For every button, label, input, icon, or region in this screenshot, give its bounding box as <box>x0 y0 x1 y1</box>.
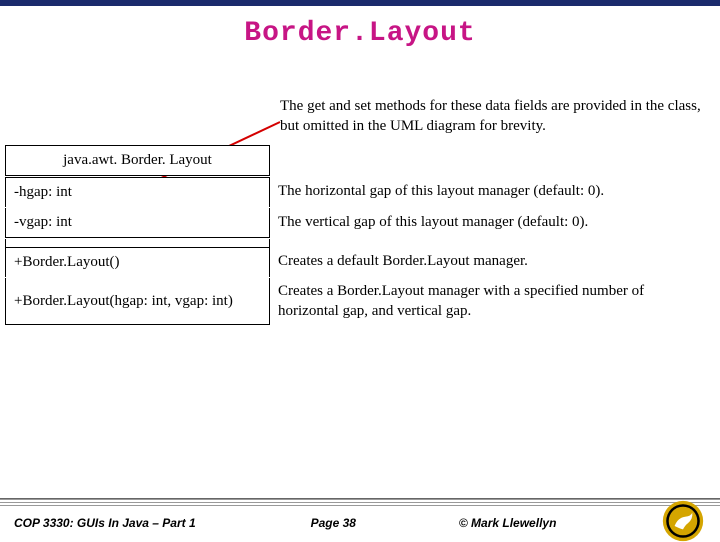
uml-note: The get and set methods for these data f… <box>280 97 710 136</box>
footer-divider <box>0 498 720 506</box>
uml-diagram: The get and set methods for these data f… <box>5 145 715 326</box>
uml-method: +Border.Layout(hgap: int, vgap: int) <box>5 278 270 325</box>
spacer <box>270 145 715 176</box>
footer-course: COP 3330: GUIs In Java – Part 1 <box>14 516 311 530</box>
uml-field-desc: The horizontal gap of this layout manage… <box>270 177 715 207</box>
uml-method-desc: Creates a default Border.Layout manager. <box>270 247 715 277</box>
slide-footer: COP 3330: GUIs In Java – Part 1 Page 38 … <box>0 498 720 540</box>
slide-title: Border.Layout <box>0 18 720 49</box>
uml-method: +Border.Layout() <box>5 247 270 277</box>
uml-separator <box>5 239 270 247</box>
uml-class-name: java.awt. Border. Layout <box>5 145 270 176</box>
uml-method-desc: Creates a Border.Layout manager with a s… <box>270 278 715 325</box>
uml-field: -vgap: int <box>5 208 270 238</box>
top-accent-bar <box>0 0 720 6</box>
ucf-pegasus-logo-icon <box>662 500 704 542</box>
footer-page: Page 38 <box>311 516 459 530</box>
uml-field: -hgap: int <box>5 177 270 207</box>
uml-field-desc: The vertical gap of this layout manager … <box>270 208 715 238</box>
